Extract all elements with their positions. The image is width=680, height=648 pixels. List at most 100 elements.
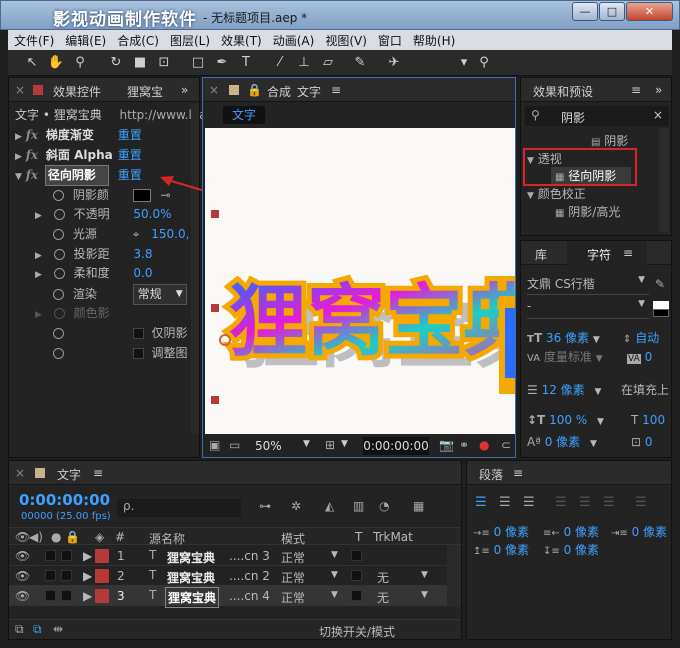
graph-editor-icon[interactable]: ▦ [413,499,424,513]
stopwatch-icon[interactable] [53,348,64,359]
panel-menu-icon[interactable]: ≡ [93,466,103,480]
font-size-field[interactable]: тT 36 像素 ▼ [527,329,600,348]
snapshot-icon[interactable]: 📷 [439,438,454,452]
viewer-more-icon[interactable]: ⊂ [501,438,511,452]
justify-right-icon[interactable]: ☰ [603,495,615,510]
close-tab-icon[interactable]: × [209,83,219,97]
expand-layer-icon[interactable]: ▶ [83,549,92,563]
prop-light-source[interactable]: 光源 ⌖ 150.0, [53,225,189,244]
mode-dropdown-icon[interactable]: ▼ [331,550,338,560]
menu-effect[interactable]: 效果(T) [215,30,267,49]
menu-animation[interactable]: 动画(A) [267,30,320,49]
resolution-icon[interactable]: ⊞ [325,438,335,452]
brush-tool-icon[interactable]: ⁄ [270,54,290,72]
effect-row-bevel-alpha[interactable]: ▶ fx 斜面 Alpha 重置 [15,146,142,165]
path-vertex-marker[interactable] [211,304,219,312]
prop-resize-layer[interactable]: 调整图 [53,344,188,363]
comp-flowchart-icon[interactable]: ⊶ [259,499,271,513]
roto-brush-tool-icon[interactable]: ✎ [350,54,370,72]
always-preview-icon[interactable]: ▣ [209,438,220,452]
video-toggle-icon[interactable]: 👁 [15,530,30,544]
menu-view[interactable]: 视图(V) [319,30,372,49]
menu-help[interactable]: 帮助(H) [407,30,460,49]
justify-all-icon[interactable]: ☰ [635,495,647,510]
layer-mode[interactable]: 正常 [281,569,305,586]
zoom-tool-icon[interactable]: ⚲ [70,54,90,72]
panel-menu-icon[interactable]: ≡ [623,246,633,260]
space-after-field[interactable]: ↧≡ 0 像素 [543,541,599,560]
light-source-value[interactable]: 150.0, [151,227,189,241]
paragraph-tab[interactable]: 段落 [479,466,503,483]
align-right-icon[interactable]: ☰ [523,495,535,510]
hand-tool-icon[interactable]: ✋ [46,54,66,72]
resize-layer-checkbox[interactable] [132,348,144,359]
effect-row-radial-shadow[interactable]: ▼ fx 径向阴影 重置 [15,165,142,186]
menu-window[interactable]: 窗口 [372,30,407,49]
audio-toggle-icon[interactable]: ◀) [29,530,43,544]
stopwatch-icon[interactable] [53,268,65,279]
prop-render[interactable]: 渲染 常规 ▼ [53,284,187,305]
workspace-dropdown-icon[interactable]: ▾ [454,54,474,72]
effect-row-gradient[interactable]: ▶ fx 梯度渐变 重置 [15,126,142,145]
vertical-scale-field[interactable]: ↕T 100 % ▼ [527,411,604,430]
resolution-dropdown-icon[interactable]: ▼ [341,439,348,449]
panel-menu-icon[interactable]: ≡ [631,83,641,97]
mode-dropdown-icon[interactable]: ▼ [331,590,338,600]
in-out-icon[interactable]: ⇹ [53,622,63,636]
shy-icon[interactable]: ◭ [325,499,334,513]
visibility-eye-icon[interactable]: 👁 [15,569,30,583]
timeline-tab[interactable]: 文字 [57,466,81,483]
panel-menu-icon[interactable]: ≡ [513,466,523,480]
path-vertex-marker[interactable] [211,210,219,218]
timeline-timecode[interactable]: 0:00:00:00 [19,491,110,509]
effect-controls-scrollbar[interactable] [191,104,199,434]
library-tab[interactable]: 库 [535,246,547,263]
maximize-button[interactable]: □ [599,2,625,21]
monitor-icon[interactable]: ▭ [229,438,240,452]
prop-softness[interactable]: ▶ 柔和度 0.0 [35,264,153,283]
color-swatch[interactable] [132,189,151,202]
crosshair-icon[interactable]: ⌖ [133,227,140,241]
show-snapshot-icon[interactable]: ⚭ [459,438,469,452]
menu-file[interactable]: 文件(F) [8,30,59,49]
effects-scrollbar[interactable] [659,128,669,232]
camera-tool-icon[interactable]: ■ [130,54,150,72]
tracking-field[interactable]: VA 0 [627,348,652,367]
trkmat-value[interactable]: 无 [377,589,389,606]
type-tool-icon[interactable]: T [236,54,256,72]
eyedropper-icon[interactable]: ✎ [655,277,665,291]
timeline-search-field[interactable]: ρ. [117,499,241,517]
close-tab-icon[interactable]: × [15,466,25,480]
panel-menu-icon[interactable]: ≡ [331,83,341,97]
trkmat-value[interactable]: 无 [377,569,389,586]
panel-more-icon[interactable]: » [655,83,662,97]
close-button[interactable]: ✕ [626,2,673,21]
frame-blend-icon[interactable]: ▥ [353,499,364,513]
zoom-value[interactable]: 50% [255,439,282,453]
stopwatch-icon[interactable] [53,229,64,240]
tree-item-shadow-highlight[interactable]: ▦ 阴影/高光 [555,203,620,222]
lock-toggle[interactable] [61,590,72,601]
stopwatch-icon[interactable] [53,289,64,300]
menu-layer[interactable]: 图层(L) [164,30,215,49]
zoom-dropdown-icon[interactable]: ▼ [303,439,310,449]
composition-tab[interactable]: 合成 [267,83,291,100]
prop-shadow-only[interactable]: 仅阴影 [53,324,188,343]
reset-link[interactable]: 重置 [118,168,142,182]
stopwatch-icon[interactable] [53,328,64,339]
tree-group-color-correction[interactable]: ▼ 颜色校正 [527,185,586,204]
solo-toggle[interactable] [45,550,56,561]
layer-name[interactable]: 狸窝宝典 [165,587,220,608]
menu-edit[interactable]: 编辑(E) [59,30,111,49]
draft-3d-icon[interactable]: ✲ [291,499,301,513]
col-trkmat[interactable]: TrkMat [373,530,413,544]
align-left-icon[interactable]: ☰ [475,495,487,510]
prop-color-influence[interactable]: ▶ 颜色影 [35,304,130,323]
viewer-timecode[interactable]: 0:00:00:00 [363,437,429,455]
col-mode[interactable]: 模式 [281,530,305,547]
layer-label-color[interactable] [95,589,109,603]
shadow-only-checkbox[interactable] [132,328,144,339]
path-vertex-marker[interactable] [211,396,219,404]
leading-field[interactable]: ⇕ 自动 [623,329,659,348]
rotate-tool-icon[interactable]: ↻ [106,54,126,72]
